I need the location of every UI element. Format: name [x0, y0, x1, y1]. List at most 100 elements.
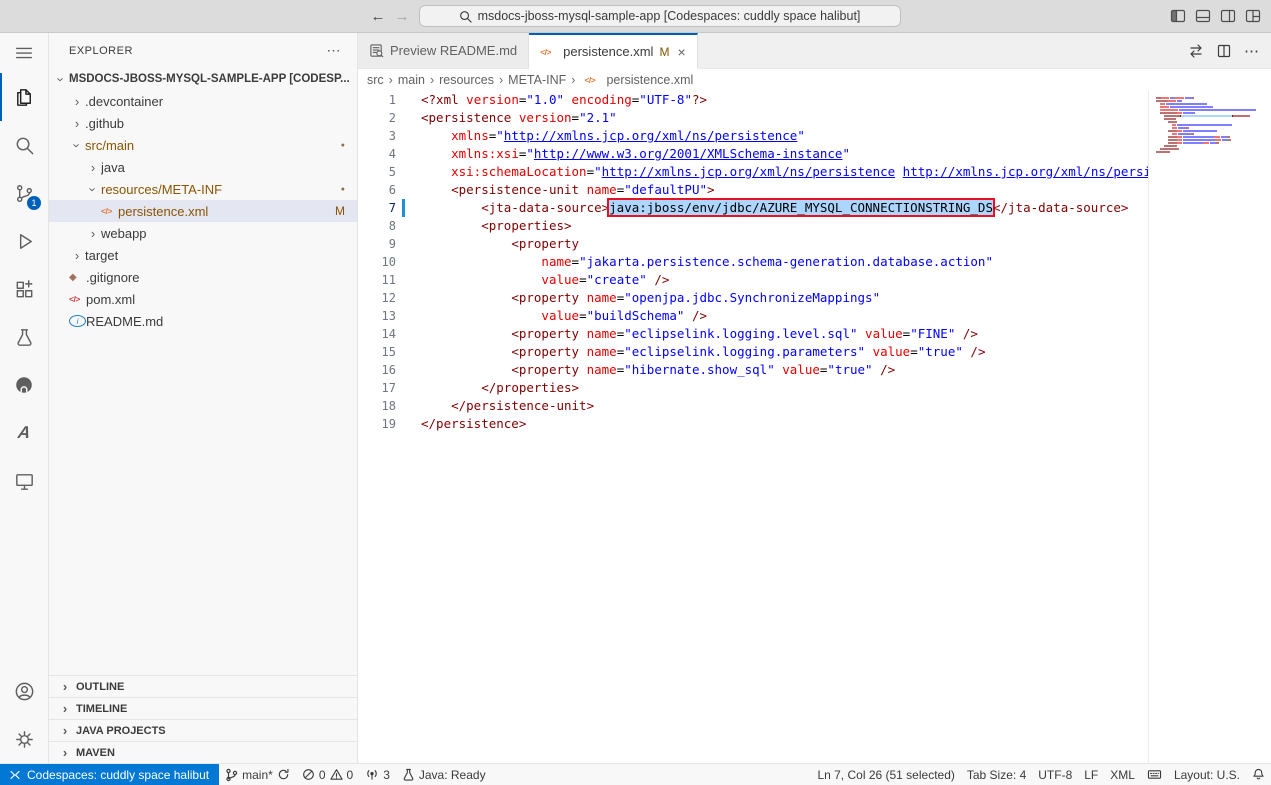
code-line-6[interactable]: 6 <persistence-unit name="defaultPU">: [358, 181, 1271, 199]
status-bar: Codespaces: cuddly space halibut main* 0…: [0, 763, 1271, 785]
chevron-right-icon: ›: [57, 723, 73, 738]
tree-item-java[interactable]: ›java: [49, 156, 357, 178]
explorer-more-actions-icon[interactable]: ⋯: [327, 42, 342, 59]
tree-item-devcontainer[interactable]: ›.devcontainer: [49, 90, 357, 112]
split-editor-icon[interactable]: [1216, 43, 1232, 59]
tree-item-pom-xml[interactable]: </>pom.xml: [49, 288, 357, 310]
tree-item-readme-md[interactable]: iREADME.md: [49, 310, 357, 332]
file-tree: ›MSDOCS-JBOSS-MYSQL-SAMPLE-APP [CODESP..…: [49, 68, 357, 675]
remote-explorer-icon[interactable]: [0, 457, 48, 505]
azure-icon[interactable]: A: [0, 409, 48, 457]
minimap[interactable]: [1148, 91, 1271, 763]
code-line-5[interactable]: 5 xsi:schemaLocation="http://xmlns.jcp.o…: [358, 163, 1271, 181]
toggle-secondary-sidebar-icon[interactable]: [1220, 8, 1236, 24]
breadcrumb-item[interactable]: META-INF: [508, 73, 566, 87]
run-debug-icon[interactable]: [0, 217, 48, 265]
code-line-14[interactable]: 14 <property name="eclipselink.logging.l…: [358, 325, 1271, 343]
tree-item-msdocs-jboss-mysql-sample-app-codesp[interactable]: ›MSDOCS-JBOSS-MYSQL-SAMPLE-APP [CODESP..…: [49, 68, 357, 90]
keyboard-layout[interactable]: Layout: U.S.: [1168, 764, 1246, 785]
tree-item-persistence-xml[interactable]: </>persistence.xmlM: [49, 200, 357, 222]
code-line-11[interactable]: 11 value="create" />: [358, 271, 1271, 289]
command-center-search[interactable]: msdocs-jboss-mysql-sample-app [Codespace…: [419, 5, 901, 27]
chevron-right-icon: ›: [85, 226, 101, 241]
settings-gear-icon[interactable]: [0, 715, 48, 763]
language-mode[interactable]: XML: [1104, 764, 1141, 785]
account-icon[interactable]: [0, 667, 48, 715]
extensions-icon[interactable]: [0, 265, 48, 313]
remote-indicator[interactable]: Codespaces: cuddly space halibut: [0, 764, 219, 785]
tree-item-github[interactable]: ›.github: [49, 112, 357, 134]
layout-label: Layout: U.S.: [1174, 768, 1240, 782]
git-modified-badge: M: [659, 45, 669, 59]
code-line-15[interactable]: 15 <property name="eclipselink.logging.p…: [358, 343, 1271, 361]
tree-item-src-main[interactable]: ›src/main●: [49, 134, 357, 156]
breadcrumb-item[interactable]: src: [367, 73, 384, 87]
source-control-icon[interactable]: 1: [0, 169, 48, 217]
code-line-4[interactable]: 4 xmlns:xsi="http://www.w3.org/2001/XMLS…: [358, 145, 1271, 163]
editor-group: Preview README.md </> persistence.xml M …: [358, 33, 1271, 763]
code-line-16[interactable]: 16 <property name="hibernate.show_sql" v…: [358, 361, 1271, 379]
forward-button[interactable]: →: [395, 9, 410, 24]
section-maven[interactable]: › MAVEN: [49, 741, 357, 763]
code-line-3[interactable]: 3 xmlns="http://xmlns.jcp.org/xml/ns/per…: [358, 127, 1271, 145]
github-icon[interactable]: [0, 361, 48, 409]
line-number: 3: [358, 127, 396, 145]
code-line-10[interactable]: 10 name="jakarta.persistence.schema-gene…: [358, 253, 1271, 271]
code-line-12[interactable]: 12 <property name="openjpa.jdbc.Synchron…: [358, 289, 1271, 307]
toggle-primary-sidebar-icon[interactable]: [1170, 8, 1186, 24]
errors-icon: [302, 768, 315, 781]
customize-layout-icon[interactable]: [1245, 8, 1261, 24]
code-line-9[interactable]: 9 <property: [358, 235, 1271, 253]
section-label: TIMELINE: [76, 703, 127, 715]
line-number: 4: [358, 145, 396, 163]
menu-icon[interactable]: [0, 33, 48, 73]
breadcrumb-item[interactable]: persistence.xml: [606, 73, 693, 87]
code-line-7[interactable]: 7 <jta-data-source>java:jboss/env/jdbc/A…: [358, 199, 1271, 217]
cursor-position[interactable]: Ln 7, Col 26 (51 selected): [811, 764, 960, 785]
tree-item-gitignore[interactable]: ◆.gitignore: [49, 266, 357, 288]
encoding[interactable]: UTF-8: [1032, 764, 1078, 785]
tree-item-target[interactable]: ›target: [49, 244, 357, 266]
code-line-2[interactable]: 2<persistence version="2.1": [358, 109, 1271, 127]
chevron-right-icon: ›: [69, 248, 85, 263]
code-editor[interactable]: 1<?xml version="1.0" encoding="UTF-8"?>2…: [358, 91, 1271, 763]
editor-more-actions-icon[interactable]: ⋯: [1244, 42, 1259, 60]
breadcrumb-item[interactable]: resources: [439, 73, 494, 87]
section-java-projects[interactable]: › JAVA PROJECTS: [49, 719, 357, 741]
back-button[interactable]: ←: [371, 9, 386, 24]
open-changes-icon[interactable]: [1188, 43, 1204, 59]
section-outline[interactable]: › OUTLINE: [49, 675, 357, 697]
breadcrumb-item[interactable]: main: [398, 73, 425, 87]
tab-size-label: Tab Size: 4: [967, 768, 1026, 782]
ports-indicator[interactable]: 3: [359, 764, 396, 785]
tab-label: persistence.xml: [563, 44, 653, 59]
code-line-13[interactable]: 13 value="buildSchema" />: [358, 307, 1271, 325]
explorer-icon[interactable]: [0, 73, 48, 121]
tab-persistence-xml[interactable]: </> persistence.xml M ×: [529, 33, 698, 69]
tree-item-resources-meta-inf[interactable]: ›resources/META-INF●: [49, 178, 357, 200]
keyboard-layout-indicator[interactable]: [1141, 764, 1168, 785]
branch-indicator[interactable]: main*: [219, 764, 296, 785]
tree-item-webapp[interactable]: ›webapp: [49, 222, 357, 244]
eol-sequence[interactable]: LF: [1078, 764, 1104, 785]
code-line-1[interactable]: 1<?xml version="1.0" encoding="UTF-8"?>: [358, 91, 1271, 109]
toggle-panel-icon[interactable]: [1195, 8, 1211, 24]
section-timeline[interactable]: › TIMELINE: [49, 697, 357, 719]
problems-indicator[interactable]: 0 0: [296, 764, 359, 785]
tab-size[interactable]: Tab Size: 4: [961, 764, 1032, 785]
tab-preview-readme[interactable]: Preview README.md: [358, 33, 529, 68]
testing-icon[interactable]: [0, 313, 48, 361]
search-view-icon[interactable]: [0, 121, 48, 169]
notifications[interactable]: [1246, 764, 1271, 785]
java-status[interactable]: Java: Ready: [396, 764, 492, 785]
java-status-label: Java: Ready: [419, 768, 486, 782]
ports-count: 3: [383, 768, 390, 782]
command-center-label: msdocs-jboss-mysql-sample-app [Codespace…: [478, 9, 861, 23]
tree-item-label: webapp: [101, 226, 147, 241]
code-line-17[interactable]: 17 </properties>: [358, 379, 1271, 397]
code-line-19[interactable]: 19</persistence>: [358, 415, 1271, 433]
code-line-8[interactable]: 8 <properties>: [358, 217, 1271, 235]
close-icon[interactable]: ×: [677, 44, 685, 60]
code-line-18[interactable]: 18 </persistence-unit>: [358, 397, 1271, 415]
code-lines: 1<?xml version="1.0" encoding="UTF-8"?>2…: [358, 91, 1271, 763]
